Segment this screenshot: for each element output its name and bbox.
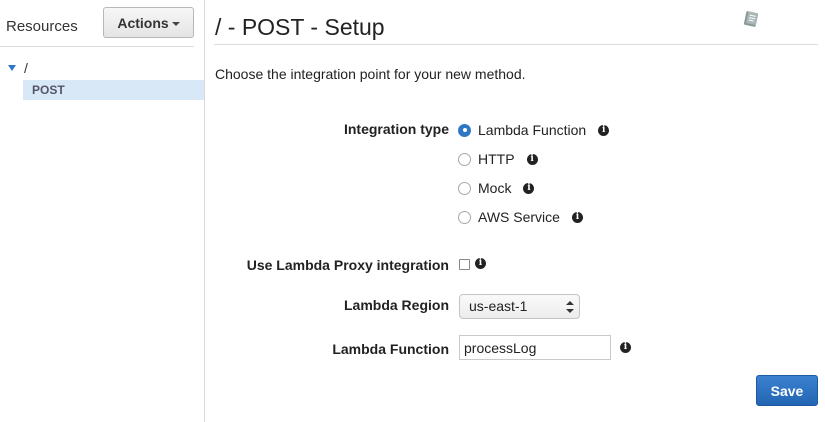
info-icon[interactable]: i [598, 124, 610, 136]
lambda-function-label: Lambda Function [332, 341, 449, 357]
info-icon[interactable]: i [620, 342, 631, 353]
info-icon[interactable]: i [526, 153, 538, 165]
divider [0, 46, 194, 47]
book-icon[interactable] [741, 9, 761, 29]
select-arrows-icon [566, 301, 574, 313]
tree-node-post-label: POST [32, 83, 65, 97]
api-gateway-method-setup: Resources Actions / POST / - POST - Setu… [0, 0, 825, 422]
lambda-function-input[interactable] [459, 335, 611, 360]
lambda-region-label: Lambda Region [343, 297, 449, 313]
radio-button[interactable] [458, 181, 471, 195]
intro-text: Choose the integration point for your ne… [215, 66, 526, 82]
radio-option-label: Lambda Function [478, 122, 587, 138]
radio-option-http[interactable]: HTTP i [458, 150, 538, 168]
lambda-proxy-label: Use Lambda Proxy integration [246, 257, 449, 273]
info-icon[interactable]: i [571, 211, 583, 223]
radio-option-lambda-function[interactable]: Lambda Function i [458, 121, 610, 139]
radio-button-selected[interactable] [458, 123, 471, 137]
tree-node-post[interactable]: POST [23, 80, 204, 100]
radio-option-aws-service[interactable]: AWS Service i [458, 208, 583, 226]
resources-title: Resources [6, 18, 78, 35]
save-button[interactable]: Save [756, 375, 818, 406]
caret-down-icon [171, 21, 180, 26]
expand-triangle-icon[interactable] [8, 65, 16, 71]
radio-option-mock[interactable]: Mock i [458, 179, 535, 197]
resources-pane: Resources Actions / POST [0, 0, 205, 422]
radio-button[interactable] [458, 152, 471, 166]
info-icon[interactable]: i [523, 182, 535, 194]
tree-node-root-label: / [24, 60, 28, 76]
integration-type-label: Integration type [343, 121, 449, 137]
tree-node-root[interactable]: / [8, 60, 28, 76]
info-icon[interactable]: i [475, 258, 486, 269]
radio-option-label: AWS Service [478, 209, 560, 225]
actions-button-label: Actions [117, 14, 169, 31]
radio-option-label: HTTP [478, 151, 515, 167]
lambda-proxy-checkbox[interactable] [459, 259, 470, 270]
radio-button[interactable] [458, 210, 471, 224]
divider [214, 44, 818, 45]
radio-option-label: Mock [478, 180, 512, 196]
actions-dropdown-button[interactable]: Actions [103, 7, 194, 38]
page-title: / - POST - Setup [215, 14, 385, 40]
lambda-region-select[interactable]: us-east-1 [459, 294, 580, 319]
lambda-region-value: us-east-1 [469, 298, 528, 314]
